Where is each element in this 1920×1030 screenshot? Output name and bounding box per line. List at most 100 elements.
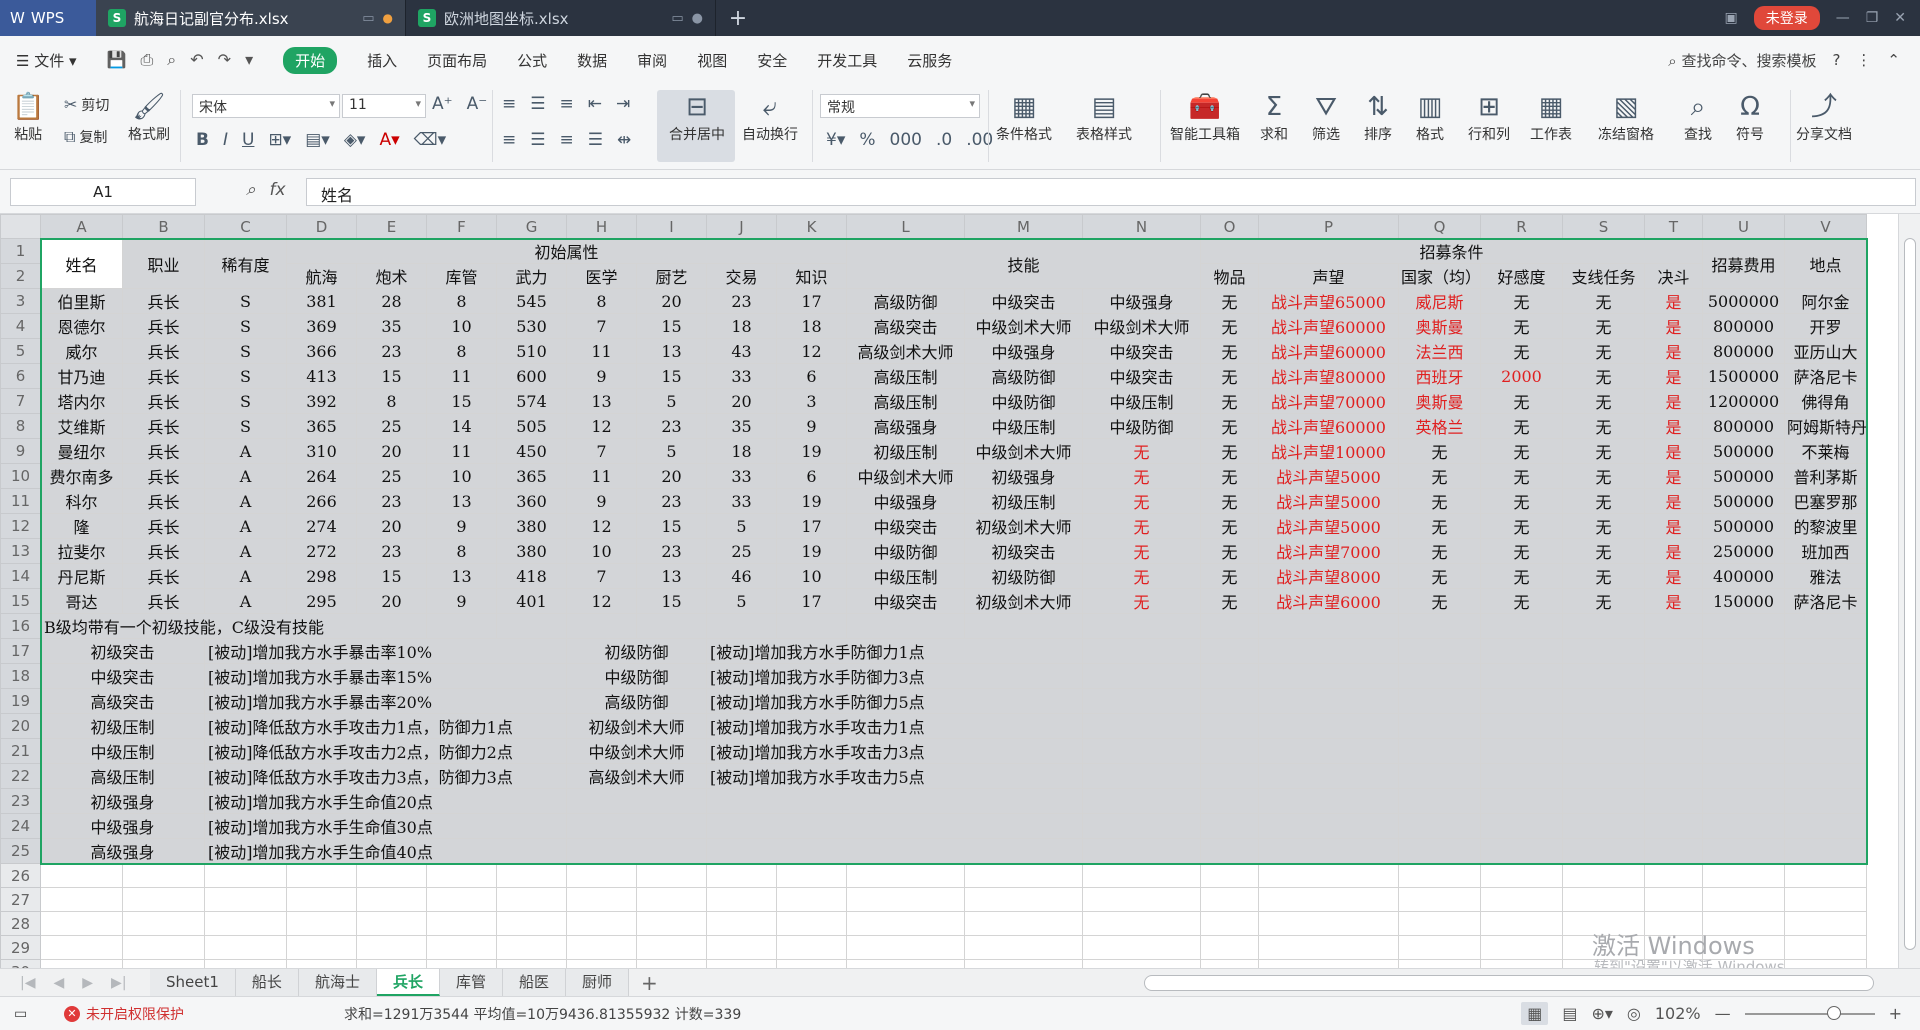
empty-cell[interactable] bbox=[706, 911, 777, 936]
officer-rarity[interactable]: A bbox=[204, 513, 287, 539]
spreadsheet-grid[interactable]: A B C D E F G H I J K L M N O P Q R S T U V 1 姓名 职业 稀有度 初始属性 技能 招募条件… bbox=[0, 214, 1898, 968]
officer-duel[interactable]: 是 bbox=[1644, 538, 1703, 564]
officer-stat[interactable]: 7 bbox=[566, 563, 637, 589]
row-header[interactable]: 10 bbox=[0, 463, 41, 489]
officer-job[interactable]: 兵长 bbox=[122, 413, 205, 439]
officer-stat[interactable]: 10 bbox=[776, 563, 847, 589]
sheet-tab[interactable]: 库管 bbox=[439, 969, 503, 996]
empty-cell[interactable] bbox=[1644, 688, 1703, 714]
officer-skill[interactable]: 无 bbox=[1082, 563, 1201, 589]
menu-view[interactable]: 视图 bbox=[697, 50, 727, 71]
empty-cell[interactable] bbox=[1200, 713, 1259, 739]
officer-fee[interactable]: 250000 bbox=[1702, 538, 1785, 564]
officer-name[interactable]: 恩德尔 bbox=[40, 313, 123, 339]
select-all-corner[interactable] bbox=[0, 214, 41, 239]
indent-decrease-icon[interactable]: ⇤ bbox=[588, 94, 602, 114]
skill-description[interactable]: [被动]降低敌方水手攻击力2点，防御力2点 bbox=[204, 738, 567, 764]
officer-item[interactable]: 无 bbox=[1200, 588, 1259, 614]
officer-nation[interactable]: 无 bbox=[1398, 488, 1481, 514]
empty-cell[interactable] bbox=[1200, 613, 1259, 639]
empty-cell[interactable] bbox=[1480, 688, 1563, 714]
empty-cell[interactable] bbox=[776, 959, 847, 968]
officer-stat[interactable]: 13 bbox=[426, 563, 497, 589]
officer-item[interactable]: 无 bbox=[1200, 313, 1259, 339]
officer-stat[interactable]: 365 bbox=[496, 463, 567, 489]
officer-stat[interactable]: 20 bbox=[636, 288, 707, 314]
officer-name[interactable]: 曼纽尔 bbox=[40, 438, 123, 464]
officer-nation[interactable]: 奥斯曼 bbox=[1398, 313, 1481, 339]
empty-cell[interactable] bbox=[1200, 638, 1259, 664]
empty-cell[interactable] bbox=[636, 613, 707, 639]
help-icon[interactable]: ? bbox=[1832, 51, 1840, 69]
officer-quest[interactable]: 无 bbox=[1562, 538, 1645, 564]
officer-stat[interactable]: 11 bbox=[566, 463, 637, 489]
officer-stat[interactable]: 298 bbox=[286, 563, 357, 589]
officer-stat[interactable]: 295 bbox=[286, 588, 357, 614]
officer-skill[interactable]: 高级突击 bbox=[846, 313, 965, 339]
font-size-select[interactable]: 11 bbox=[342, 94, 426, 118]
officer-quest[interactable]: 无 bbox=[1562, 488, 1645, 514]
officer-name[interactable]: 甘乃迪 bbox=[40, 363, 123, 389]
empty-cell[interactable] bbox=[1200, 738, 1259, 764]
officer-stat[interactable]: 28 bbox=[356, 288, 427, 314]
sort-button[interactable]: ⇅ 排序 bbox=[1364, 90, 1392, 144]
empty-cell[interactable] bbox=[1784, 959, 1867, 968]
officer-skill[interactable]: 无 bbox=[1082, 538, 1201, 564]
officer-skill[interactable]: 中级突击 bbox=[1082, 363, 1201, 389]
column-header[interactable]: C bbox=[204, 214, 287, 239]
officer-stat[interactable]: 13 bbox=[426, 488, 497, 514]
empty-cell[interactable] bbox=[636, 911, 707, 936]
officer-fame[interactable]: 战斗声望70000 bbox=[1258, 388, 1399, 414]
empty-cell[interactable] bbox=[1398, 959, 1481, 968]
decimal-increase-icon[interactable]: .0 bbox=[936, 130, 952, 150]
empty-cell[interactable] bbox=[964, 935, 1083, 960]
header-recruit-sub[interactable]: 决斗 bbox=[1644, 263, 1703, 289]
empty-cell[interactable] bbox=[1082, 638, 1201, 664]
officer-stat[interactable]: 8 bbox=[566, 288, 637, 314]
officer-duel[interactable]: 是 bbox=[1644, 563, 1703, 589]
sheet-tab[interactable]: 航海士 bbox=[298, 969, 377, 996]
officer-stat[interactable]: 20 bbox=[356, 588, 427, 614]
officer-stat[interactable]: 7 bbox=[566, 438, 637, 464]
officer-rarity[interactable]: A bbox=[204, 463, 287, 489]
empty-cell[interactable] bbox=[1784, 935, 1867, 960]
empty-cell[interactable] bbox=[1258, 788, 1399, 814]
empty-cell[interactable] bbox=[1480, 738, 1563, 764]
find-button[interactable]: ⌕ 查找 bbox=[1684, 90, 1712, 144]
skill-name[interactable]: 初级突击 bbox=[40, 638, 205, 664]
officer-duel[interactable]: 是 bbox=[1644, 313, 1703, 339]
conditional-format-button[interactable]: ▦ 条件格式 bbox=[996, 90, 1052, 144]
column-header[interactable]: Q bbox=[1398, 214, 1481, 239]
last-sheet-icon[interactable]: ▶| bbox=[111, 975, 126, 991]
empty-cell[interactable] bbox=[286, 911, 357, 936]
empty-cell[interactable] bbox=[1562, 788, 1645, 814]
percent-icon[interactable]: % bbox=[859, 130, 875, 150]
menu-start[interactable]: 开始 bbox=[283, 46, 338, 74]
officer-job[interactable]: 兵长 bbox=[122, 588, 205, 614]
officer-fame[interactable]: 战斗声望60000 bbox=[1258, 338, 1399, 364]
skill-description[interactable]: [被动]降低敌方水手攻击力3点，防御力3点 bbox=[204, 763, 567, 789]
header-recruit-sub[interactable]: 支线任务 bbox=[1562, 263, 1645, 289]
header-attr[interactable]: 库管 bbox=[426, 263, 497, 289]
officer-stat[interactable]: 369 bbox=[286, 313, 357, 339]
officer-nation[interactable]: 威尼斯 bbox=[1398, 288, 1481, 314]
empty-cell[interactable] bbox=[1398, 763, 1481, 789]
officer-stat[interactable]: 46 bbox=[706, 563, 777, 589]
officer-place[interactable]: 萨洛尼卡 bbox=[1784, 588, 1867, 614]
empty-cell[interactable] bbox=[204, 935, 287, 960]
officer-fee[interactable]: 5000000 bbox=[1702, 288, 1785, 314]
skill-name[interactable]: 中级强身 bbox=[40, 813, 205, 839]
empty-cell[interactable] bbox=[1784, 788, 1867, 814]
column-header[interactable]: M bbox=[964, 214, 1083, 239]
officer-job[interactable]: 兵长 bbox=[122, 388, 205, 414]
empty-cell[interactable] bbox=[1082, 663, 1201, 689]
officer-favor[interactable]: 2000 bbox=[1480, 363, 1563, 389]
officer-stat[interactable]: 20 bbox=[356, 513, 427, 539]
empty-cell[interactable] bbox=[1784, 838, 1867, 864]
officer-job[interactable]: 兵长 bbox=[122, 313, 205, 339]
skill-name[interactable]: 高级突击 bbox=[40, 688, 205, 714]
skill-name[interactable]: 高级防御 bbox=[566, 688, 707, 714]
merge-center-button[interactable]: ⊟ 合并居中 bbox=[660, 90, 734, 144]
empty-cell[interactable] bbox=[1082, 788, 1201, 814]
officer-nation[interactable]: 英格兰 bbox=[1398, 413, 1481, 439]
